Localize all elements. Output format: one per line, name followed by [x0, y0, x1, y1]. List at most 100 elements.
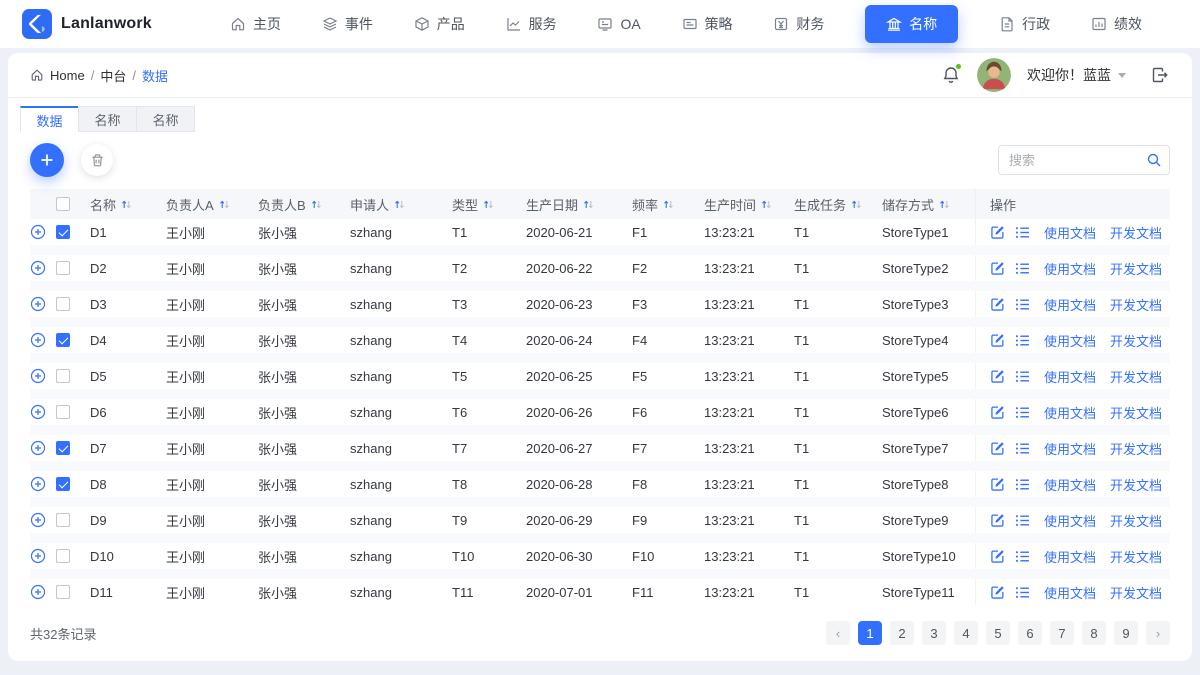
doc-link-2[interactable]: 开发文档	[1110, 403, 1162, 422]
list-icon[interactable]	[1015, 513, 1030, 528]
nav-item-2[interactable]: 事件	[322, 14, 373, 34]
doc-link-2[interactable]: 开发文档	[1110, 223, 1162, 242]
doc-link-1[interactable]: 使用文档	[1044, 403, 1096, 422]
edit-icon[interactable]	[990, 369, 1005, 384]
list-icon[interactable]	[1015, 225, 1030, 240]
column-header[interactable]: 储存方式	[882, 195, 975, 214]
tab-1[interactable]: 数据	[20, 106, 79, 132]
expand-row-button[interactable]	[30, 476, 46, 492]
search-icon[interactable]	[1146, 152, 1162, 168]
nav-item-9[interactable]: 行政	[999, 14, 1050, 34]
column-header[interactable]: 生成任务	[794, 195, 882, 214]
column-header[interactable]: 负责人A	[166, 195, 258, 214]
row-checkbox[interactable]	[56, 405, 70, 419]
doc-link-1[interactable]: 使用文档	[1044, 475, 1096, 494]
doc-link-1[interactable]: 使用文档	[1044, 223, 1096, 242]
select-all-checkbox[interactable]	[56, 197, 70, 211]
expand-row-button[interactable]	[30, 404, 46, 420]
doc-link-1[interactable]: 使用文档	[1044, 547, 1096, 566]
doc-link-2[interactable]: 开发文档	[1110, 295, 1162, 314]
doc-link-1[interactable]: 使用文档	[1044, 259, 1096, 278]
edit-icon[interactable]	[990, 405, 1005, 420]
edit-icon[interactable]	[990, 477, 1005, 492]
expand-row-button[interactable]	[30, 368, 46, 384]
column-header[interactable]: 类型	[452, 195, 526, 214]
row-checkbox[interactable]	[56, 513, 70, 527]
edit-icon[interactable]	[990, 441, 1005, 456]
row-checkbox[interactable]	[56, 225, 70, 239]
doc-link-2[interactable]: 开发文档	[1110, 439, 1162, 458]
edit-icon[interactable]	[990, 513, 1005, 528]
welcome-dropdown[interactable]: 欢迎你！蓝蓝	[1027, 65, 1126, 85]
edit-icon[interactable]	[990, 261, 1005, 276]
row-checkbox[interactable]	[56, 441, 70, 455]
expand-row-button[interactable]	[30, 548, 46, 564]
column-header[interactable]: 生产时间	[704, 195, 794, 214]
doc-link-2[interactable]: 开发文档	[1110, 259, 1162, 278]
row-checkbox[interactable]	[56, 297, 70, 311]
nav-item-3[interactable]: 产品	[414, 14, 465, 34]
brand[interactable]: Lanlanwork	[22, 9, 182, 39]
expand-row-button[interactable]	[30, 260, 46, 276]
expand-row-button[interactable]	[30, 296, 46, 312]
expand-row-button[interactable]	[30, 440, 46, 456]
list-icon[interactable]	[1015, 333, 1030, 348]
expand-row-button[interactable]	[30, 512, 46, 528]
page-button-9[interactable]: 9	[1114, 621, 1138, 645]
column-header[interactable]: 申请人	[350, 195, 452, 214]
doc-link-1[interactable]: 使用文档	[1044, 583, 1096, 602]
edit-icon[interactable]	[990, 585, 1005, 600]
doc-link-1[interactable]: 使用文档	[1044, 295, 1096, 314]
notification-bell-icon[interactable]	[941, 63, 962, 85]
column-header[interactable]: 频率	[632, 195, 704, 214]
list-icon[interactable]	[1015, 261, 1030, 276]
page-button-3[interactable]: 3	[922, 621, 946, 645]
nav-item-7[interactable]: 财务	[773, 14, 824, 34]
row-checkbox[interactable]	[56, 261, 70, 275]
nav-item-5[interactable]: OA	[597, 16, 641, 32]
search-input[interactable]	[998, 145, 1170, 175]
nav-item-4[interactable]: 服务	[506, 14, 557, 34]
row-checkbox[interactable]	[56, 369, 70, 383]
row-checkbox[interactable]	[56, 333, 70, 347]
nav-item-10[interactable]: 绩效	[1091, 14, 1142, 34]
doc-link-2[interactable]: 开发文档	[1110, 475, 1162, 494]
doc-link-2[interactable]: 开发文档	[1110, 367, 1162, 386]
page-button-4[interactable]: 4	[954, 621, 978, 645]
expand-row-button[interactable]	[30, 224, 46, 240]
expand-row-button[interactable]	[30, 584, 46, 600]
logout-icon[interactable]	[1150, 65, 1170, 85]
breadcrumb-section[interactable]: 中台	[100, 66, 126, 85]
doc-link-2[interactable]: 开发文档	[1110, 547, 1162, 566]
row-checkbox[interactable]	[56, 477, 70, 491]
list-icon[interactable]	[1015, 369, 1030, 384]
page-button-1[interactable]: 1	[858, 621, 882, 645]
list-icon[interactable]	[1015, 297, 1030, 312]
list-icon[interactable]	[1015, 477, 1030, 492]
add-button[interactable]	[30, 143, 64, 177]
row-checkbox[interactable]	[56, 549, 70, 563]
nav-item-6[interactable]: 策略	[682, 14, 733, 34]
list-icon[interactable]	[1015, 585, 1030, 600]
page-button-6[interactable]: 6	[1018, 621, 1042, 645]
column-header[interactable]: 负责人B	[258, 195, 350, 214]
edit-icon[interactable]	[990, 297, 1005, 312]
doc-link-1[interactable]: 使用文档	[1044, 331, 1096, 350]
prev-page-button[interactable]: ‹	[826, 621, 850, 645]
page-button-2[interactable]: 2	[890, 621, 914, 645]
edit-icon[interactable]	[990, 549, 1005, 564]
list-icon[interactable]	[1015, 549, 1030, 564]
doc-link-2[interactable]: 开发文档	[1110, 331, 1162, 350]
row-checkbox[interactable]	[56, 585, 70, 599]
edit-icon[interactable]	[990, 333, 1005, 348]
nav-item-8[interactable]: 名称	[865, 5, 959, 43]
breadcrumb-home[interactable]: Home	[50, 68, 85, 83]
column-header[interactable]: 生产日期	[526, 195, 632, 214]
doc-link-2[interactable]: 开发文档	[1110, 511, 1162, 530]
expand-row-button[interactable]	[30, 332, 46, 348]
avatar[interactable]	[977, 58, 1011, 92]
doc-link-1[interactable]: 使用文档	[1044, 439, 1096, 458]
doc-link-1[interactable]: 使用文档	[1044, 511, 1096, 530]
list-icon[interactable]	[1015, 441, 1030, 456]
doc-link-1[interactable]: 使用文档	[1044, 367, 1096, 386]
